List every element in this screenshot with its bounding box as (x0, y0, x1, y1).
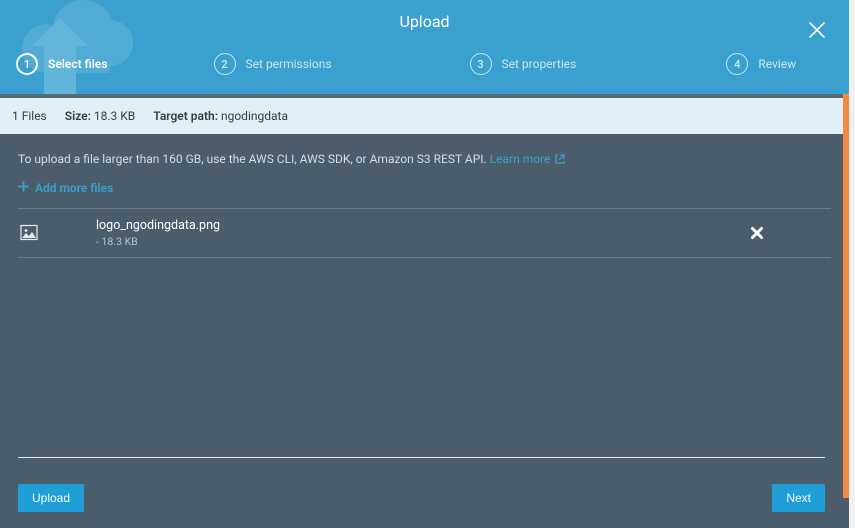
step-label: Set permissions (246, 57, 332, 71)
step-review[interactable]: 4 Review (726, 53, 796, 75)
divider (18, 457, 825, 459)
external-link-icon (555, 153, 565, 167)
file-size: - 18.3 KB (96, 235, 731, 248)
upload-button[interactable]: Upload (18, 484, 84, 512)
close-icon[interactable] (807, 20, 827, 40)
step-number: 3 (470, 53, 492, 75)
step-label: Review (758, 57, 796, 71)
remove-file-icon[interactable] (749, 225, 765, 241)
footer: Upload Next (0, 468, 843, 528)
step-number: 2 (214, 53, 236, 75)
file-name: logo_ngodingdata.png (96, 218, 731, 233)
scroll-indicator (843, 454, 849, 498)
image-file-icon (20, 224, 38, 242)
file-list: logo_ngodingdata.png - 18.3 KB (18, 208, 831, 258)
learn-more-link[interactable]: Learn more (490, 152, 566, 166)
step-number: 4 (726, 53, 748, 75)
add-more-files-label: Add more files (35, 181, 113, 195)
plus-icon (18, 181, 29, 195)
step-set-permissions[interactable]: 2 Set permissions (214, 53, 332, 75)
add-more-files-button[interactable]: Add more files (18, 181, 113, 195)
file-row: logo_ngodingdata.png - 18.3 KB (18, 208, 831, 258)
large-file-notice: To upload a file larger than 160 GB, use… (18, 152, 831, 167)
summary-bar: 1 Files Size: 18.3 KB Target path: ngodi… (0, 98, 849, 134)
scroll-indicator (843, 94, 849, 454)
target-path-segment: Target path: ngodingdata (153, 109, 288, 123)
next-button[interactable]: Next (772, 484, 825, 512)
files-count: 1 Files (12, 109, 47, 123)
header-bar: Upload 1 Select files 2 Set permissions … (0, 0, 849, 94)
step-label: Set properties (502, 57, 577, 71)
cloud-upload-bg-icon (0, 0, 140, 94)
size-segment: Size: 18.3 KB (65, 109, 136, 123)
step-set-properties[interactable]: 3 Set properties (470, 53, 577, 75)
